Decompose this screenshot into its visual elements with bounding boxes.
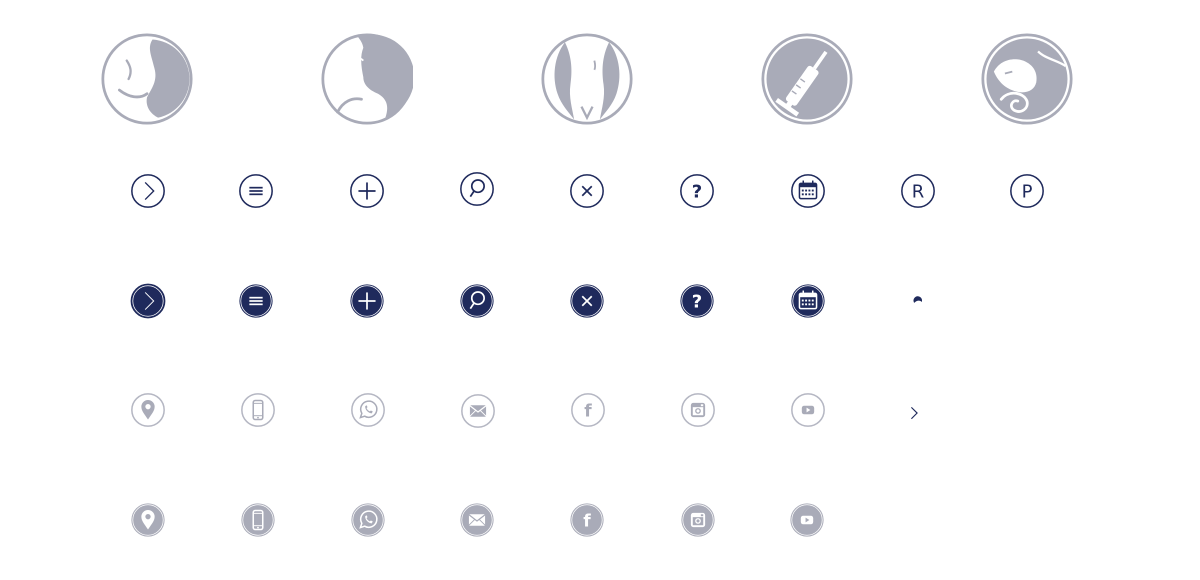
facebook-icon[interactable]: f	[568, 501, 606, 539]
parking-glyph: P	[1022, 182, 1033, 203]
email-icon[interactable]	[459, 392, 497, 430]
facebook-glyph: f	[583, 512, 591, 532]
close-icon[interactable]	[568, 172, 606, 210]
breast-treatment-icon	[101, 33, 193, 125]
email-icon[interactable]	[458, 501, 496, 539]
body-contour-icon	[541, 33, 633, 125]
injection-syringe-icon	[761, 33, 853, 125]
youtube-icon[interactable]	[788, 501, 826, 539]
help-glyph: ?	[692, 292, 702, 313]
facebook-icon[interactable]: f	[569, 391, 607, 429]
help-icon[interactable]: ?	[678, 172, 716, 210]
registered-glyph: R	[912, 182, 925, 203]
chevron-right-icon[interactable]	[129, 172, 167, 210]
close-icon[interactable]	[568, 282, 606, 320]
calendar-icon[interactable]	[789, 282, 827, 320]
parking-icon[interactable]: P	[1008, 172, 1046, 210]
location-pin-icon[interactable]	[129, 501, 167, 539]
chevron-right-icon[interactable]	[129, 282, 167, 320]
mobile-phone-icon[interactable]	[239, 391, 277, 429]
instagram-icon[interactable]	[679, 501, 717, 539]
menu-icon[interactable]	[237, 172, 275, 210]
plus-icon[interactable]	[348, 282, 386, 320]
icon-sheet: ? R P ? f f	[0, 0, 1200, 580]
small-chevron-right-icon[interactable]	[900, 395, 938, 433]
whatsapp-icon[interactable]	[349, 391, 387, 429]
menu-icon[interactable]	[237, 282, 275, 320]
face-treatment-icon	[321, 33, 413, 125]
location-pin-icon[interactable]	[129, 391, 167, 429]
plus-icon[interactable]	[348, 172, 386, 210]
dot-icon	[899, 282, 937, 320]
mobile-phone-icon[interactable]	[239, 501, 277, 539]
calendar-icon[interactable]	[789, 172, 827, 210]
registered-icon[interactable]: R	[899, 172, 937, 210]
instagram-icon[interactable]	[679, 391, 717, 429]
facebook-glyph: f	[584, 402, 592, 422]
youtube-icon[interactable]	[789, 391, 827, 429]
search-icon[interactable]	[458, 170, 496, 208]
whatsapp-icon[interactable]	[349, 501, 387, 539]
help-glyph: ?	[692, 182, 702, 203]
face-massage-icon	[981, 33, 1073, 125]
help-icon[interactable]: ?	[678, 282, 716, 320]
search-icon[interactable]	[458, 282, 496, 320]
